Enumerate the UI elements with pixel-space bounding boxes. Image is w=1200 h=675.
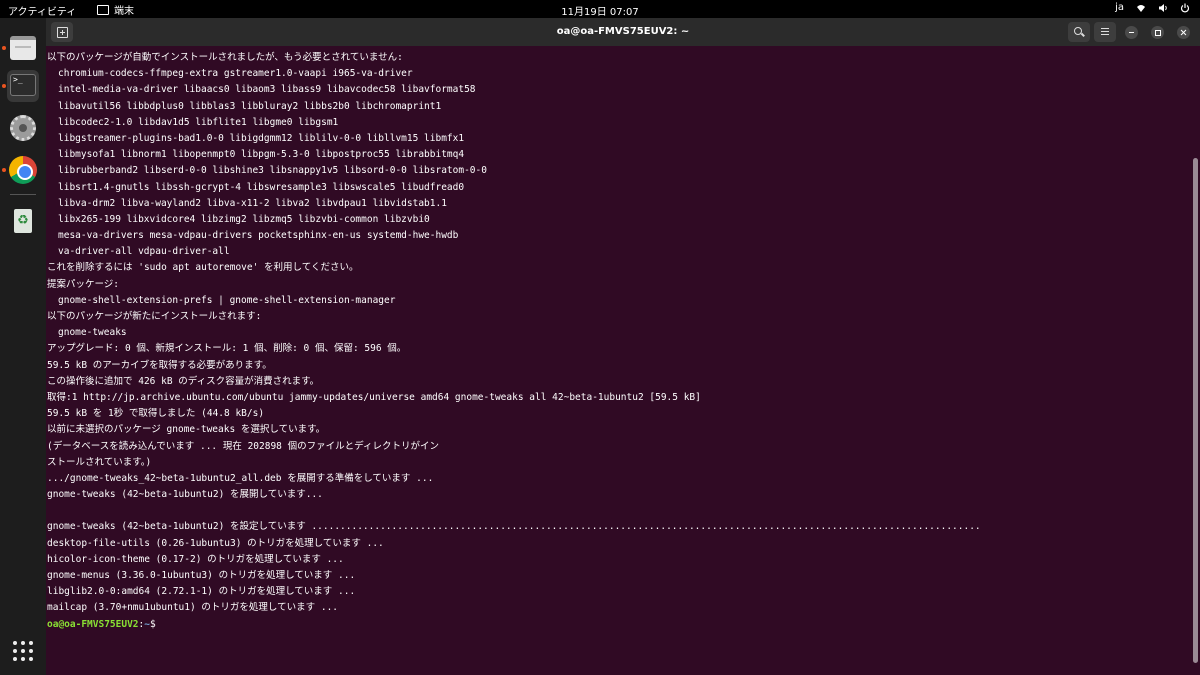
terminal-line: intel-media-va-driver libaacs0 libaom3 l…: [58, 84, 476, 96]
terminal-line: (データベースを読み込んでいます ... 現在 202898 個のファイルとディ…: [47, 440, 439, 452]
terminal-line: libglib2.0-0:amd64 (2.72.1-1) のトリガを処理してい…: [47, 586, 356, 598]
folder-icon: [10, 36, 36, 60]
terminal-icon: >_: [10, 74, 36, 96]
terminal-output[interactable]: 以下のパッケージが自動でインストールされましたが、もう必要とされていません: ch…: [46, 46, 1192, 675]
volume-icon[interactable]: [1158, 3, 1168, 13]
files-app-icon[interactable]: [7, 30, 39, 62]
chrome-app-icon[interactable]: [7, 154, 39, 186]
chrome-icon: [9, 156, 37, 184]
terminal-mini-icon: [97, 4, 109, 15]
new-tab-icon: [57, 27, 68, 38]
running-indicator: [2, 84, 6, 88]
terminal-line: この操作後に追加で 426 kB のディスク容量が消費されます。: [47, 375, 320, 387]
terminal-line: libva-drm2 libva-wayland2 libva-x11-2 li…: [58, 197, 447, 209]
trash-app-icon[interactable]: ♻: [7, 206, 39, 238]
terminal-window: oa@oa-FMVS75EUV2: ~ 以下のパッケージが自動でインストールされ…: [46, 18, 1200, 675]
terminal-line: これを削除するには 'sudo apt autoremove' を利用してくださ…: [47, 262, 359, 274]
app-menu[interactable]: 端末: [97, 2, 134, 17]
terminal-line: gnome-menus (3.36.0-1ubuntu3) のトリガを処理してい…: [47, 570, 356, 581]
clock[interactable]: 11月19日 07:07: [561, 7, 638, 18]
top-bar: アクティビティ 端末 11月19日 07:07 ja: [0, 0, 1200, 18]
dock-separator: [10, 194, 36, 195]
terminal-line: librubberband2 libserd-0-0 libshine3 lib…: [58, 165, 487, 177]
input-method-indicator[interactable]: ja: [1115, 2, 1124, 13]
search-icon: [1074, 27, 1082, 35]
settings-app-icon[interactable]: [7, 112, 39, 144]
terminal-line: 以下のパッケージが新たにインストールされます:: [47, 311, 262, 322]
window-title-container: oa@oa-FMVS75EUV2: ~: [46, 26, 1200, 37]
app-menu-label: 端末: [114, 6, 134, 17]
power-icon[interactable]: [1180, 3, 1190, 13]
terminal-line: chromium-codecs-ffmpeg-extra gstreamer1.…: [58, 68, 413, 80]
scrollbar[interactable]: [1193, 158, 1198, 663]
terminal-line: gnome-shell-extension-prefs | gnome-shel…: [58, 294, 396, 306]
recycle-icon: ♻: [14, 209, 32, 233]
terminal-line: desktop-file-utils (0.26-1ubuntu3) のトリガを…: [47, 537, 384, 549]
menu-button[interactable]: [1094, 22, 1116, 42]
new-tab-button[interactable]: [51, 22, 73, 42]
activities-button[interactable]: アクティビティ: [8, 3, 76, 18]
terminal-line: gnome-tweaks (42~beta-1ubuntu2) を設定しています…: [47, 521, 981, 533]
prompt-line[interactable]: oa@oa-FMVS75EUV2:~$: [47, 617, 1192, 633]
terminal-line: アップグレード: 0 個、新規インストール: 1 個、削除: 0 個、保留: 5…: [47, 343, 407, 355]
terminal-line: mailcap (3.70+nmu1ubuntu1) のトリガを処理しています …: [47, 602, 339, 614]
terminal-line: va-driver-all vdpau-driver-all: [58, 246, 230, 258]
network-icon[interactable]: [1136, 3, 1146, 13]
terminal-line: libsrt1.4-gnutls libssh-gcrypt-4 libswre…: [58, 181, 465, 193]
gear-icon: [10, 115, 36, 141]
terminal-line: libcodec2-1.0 libdav1d5 libflite1 libgme…: [58, 116, 339, 128]
terminal-line: ストールされています。): [47, 456, 152, 468]
terminal-line: 59.5 kB を 1秒 で取得しました (44.8 kB/s): [47, 408, 265, 420]
running-indicator: [2, 46, 6, 50]
terminal-line: hicolor-icon-theme (0.17-2) のトリガを処理しています…: [47, 553, 344, 565]
terminal-line: 59.5 kB のアーカイブを取得する必要があります。: [47, 359, 272, 371]
terminal-lines: 以下のパッケージが自動でインストールされましたが、もう必要とされていません: ch…: [46, 46, 1192, 633]
clock-container: 11月19日 07:07: [0, 3, 1200, 18]
dock: >_ ♻: [0, 18, 46, 675]
system-tray[interactable]: ja: [1115, 2, 1190, 13]
terminal-line: 以下のパッケージが自動でインストールされましたが、もう必要とされていません:: [47, 52, 403, 63]
window-title: oa@oa-FMVS75EUV2: ~: [556, 26, 690, 37]
maximize-button[interactable]: [1151, 26, 1164, 39]
terminal-line: gnome-tweaks (42~beta-1ubuntu2) を展開しています…: [47, 489, 323, 501]
terminal-line: gnome-tweaks: [58, 327, 127, 339]
terminal-line: libmysofa1 libnorm1 libopenmpt0 libpgm-5…: [58, 149, 465, 161]
text-cursor: [156, 617, 161, 627]
terminal-line: 取得:1 http://jp.archive.ubuntu.com/ubuntu…: [47, 391, 701, 403]
terminal-line: 以前に未選択のパッケージ gnome-tweaks を選択しています。: [47, 424, 326, 436]
terminal-line: libx265-199 libxvidcore4 libzimg2 libzmq…: [58, 213, 430, 225]
terminal-line: .../gnome-tweaks_42~beta-1ubuntu2_all.de…: [47, 472, 434, 484]
show-apps-button[interactable]: [13, 641, 33, 661]
search-button[interactable]: [1068, 22, 1090, 42]
terminal-line: 提案パッケージ:: [47, 278, 120, 290]
terminal-app-icon[interactable]: >_: [7, 70, 39, 102]
terminal-line: mesa-va-drivers mesa-vdpau-drivers pocke…: [58, 230, 459, 242]
minimize-button[interactable]: [1125, 26, 1138, 39]
terminal-line: libgstreamer-plugins-bad1.0-0 libigdgmm1…: [58, 132, 465, 144]
terminal-line: libavutil56 libbdplus0 libblas3 libblura…: [58, 100, 442, 112]
title-bar[interactable]: oa@oa-FMVS75EUV2: ~: [46, 18, 1200, 46]
prompt-user-host: oa@oa-FMVS75EUV2: [47, 618, 139, 630]
running-indicator: [2, 168, 6, 172]
close-button[interactable]: [1177, 26, 1190, 39]
